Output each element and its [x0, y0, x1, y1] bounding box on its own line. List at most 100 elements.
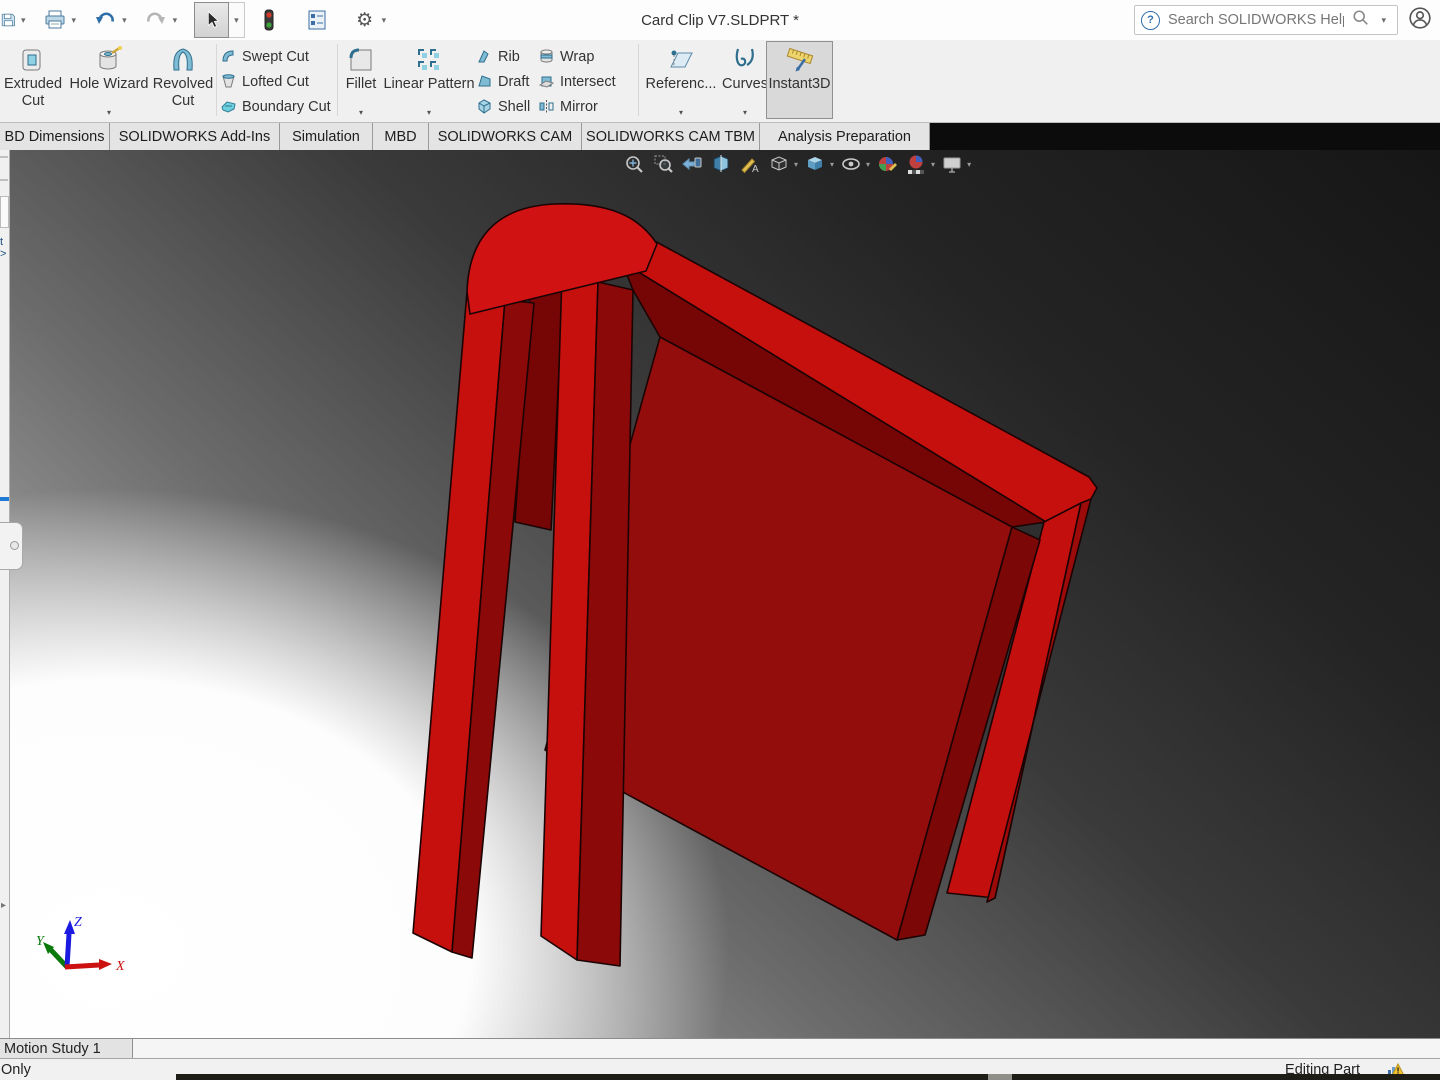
revolved-cut-button[interactable]: Revolved Cut: [152, 42, 214, 118]
ribbon-separator: [337, 44, 338, 116]
rib-button[interactable]: Rib: [476, 44, 534, 69]
linear-pattern-label: Linear Pattern: [383, 76, 474, 93]
titlebar: ▾ ▾ ▾ ▾ ▾ ⚙ ▾ Car: [0, 0, 1440, 41]
hole-wizard-caret[interactable]: ▾: [107, 108, 111, 117]
draft-icon: [476, 73, 493, 90]
wrap-stack: Wrap Intersect Mirror: [538, 44, 632, 119]
account-icon[interactable]: [1408, 6, 1432, 35]
boundary-cut-icon: [220, 98, 237, 115]
redo-dropdown-caret[interactable]: ▾: [168, 7, 183, 33]
motion-study-bar: Motion Study 1: [0, 1038, 1440, 1058]
intersect-button[interactable]: Intersect: [538, 69, 632, 94]
solidworks-window: ▾ ▾ ▾ ▾ ▾ ⚙ ▾ Car: [0, 0, 1440, 1080]
panel-expand-arrow-icon[interactable]: ▸: [1, 900, 6, 911]
linear-pattern-button[interactable]: Linear Pattern ▾: [383, 42, 475, 118]
boundary-cut-button[interactable]: Boundary Cut: [220, 94, 334, 119]
lofted-cut-label: Lofted Cut: [242, 74, 309, 90]
shell-button[interactable]: Shell: [476, 94, 534, 119]
search-icon[interactable]: [1352, 9, 1370, 32]
swept-cut-icon: [220, 48, 237, 65]
swept-cut-button[interactable]: Swept Cut: [220, 44, 334, 69]
shell-icon: [476, 98, 493, 115]
save-icon[interactable]: [0, 7, 16, 33]
mirror-button[interactable]: Mirror: [538, 94, 632, 119]
reference-geometry-label: Referenc...: [646, 76, 717, 93]
x-axis-arrow: [99, 959, 112, 970]
wrap-button[interactable]: Wrap: [538, 44, 632, 69]
help-search-box[interactable]: ? ▾: [1134, 5, 1398, 35]
reference-geometry-icon: [666, 45, 696, 75]
panel-fragment-text: t >: [0, 236, 9, 260]
intersect-label: Intersect: [560, 74, 616, 90]
tab-mbd[interactable]: MBD: [373, 123, 429, 150]
lofted-cut-button[interactable]: Lofted Cut: [220, 69, 334, 94]
panel-fragment-line: [0, 156, 8, 158]
print-icon[interactable]: [43, 7, 67, 33]
wrap-label: Wrap: [560, 49, 594, 65]
rib-icon: [476, 48, 493, 65]
fillet-button[interactable]: Fillet ▾: [341, 42, 381, 118]
bottom-edge-strip: [176, 1074, 1440, 1080]
search-input[interactable]: [1166, 11, 1346, 29]
tab-analysis-preparation[interactable]: Analysis Preparation: [760, 123, 930, 150]
hole-wizard-icon: [94, 45, 124, 75]
undo-dropdown-caret[interactable]: ▾: [117, 7, 132, 33]
tab-mbd-dimensions[interactable]: BD Dimensions: [0, 123, 110, 150]
revolved-cut-icon: [168, 45, 198, 75]
hole-wizard-label: Hole Wizard: [70, 76, 149, 93]
panel-splitter-tab[interactable]: [0, 522, 23, 570]
quick-access-toolbar: ▾ ▾ ▾ ▾ ▾ ⚙ ▾: [0, 0, 391, 40]
traffic-light-icon[interactable]: [257, 7, 281, 33]
curves-icon: [730, 45, 760, 75]
z-axis-label: Z: [74, 915, 82, 930]
extruded-cut-button[interactable]: Extruded Cut: [2, 42, 64, 118]
settings-dropdown-caret[interactable]: ▾: [377, 7, 392, 33]
instant3d-icon: [785, 45, 815, 75]
linear-pattern-caret[interactable]: ▾: [427, 108, 431, 117]
wrap-icon: [538, 48, 555, 65]
x-axis-label: X: [115, 959, 125, 974]
fillet-caret[interactable]: ▾: [359, 108, 363, 117]
panel-fragment-box: [0, 196, 9, 228]
help-icon[interactable]: ?: [1141, 11, 1160, 30]
draft-label: Draft: [498, 74, 529, 90]
curves-button[interactable]: Curves ▾: [722, 42, 768, 118]
reference-geometry-caret[interactable]: ▾: [679, 108, 683, 117]
splitter-dot-icon: [10, 541, 19, 550]
tab-solidworks-cam[interactable]: SOLIDWORKS CAM: [429, 123, 582, 150]
tab-solidworks-cam-tbm[interactable]: SOLIDWORKS CAM TBM: [582, 123, 760, 150]
bottom-edge-notch: [988, 1074, 1012, 1080]
revolved-cut-label: Revolved Cut: [152, 76, 214, 110]
select-tool-button[interactable]: [194, 2, 229, 38]
hole-wizard-button[interactable]: Hole Wizard ▾: [66, 42, 152, 118]
options-list-icon[interactable]: [305, 7, 329, 33]
reference-geometry-button[interactable]: Referenc... ▾: [642, 42, 720, 118]
graphics-viewport[interactable]: A ▾ ▾ ▾ ▾ ▾: [10, 150, 1440, 1038]
settings-gear-icon[interactable]: ⚙: [353, 7, 377, 33]
redo-icon[interactable]: [144, 7, 168, 33]
undo-icon[interactable]: [93, 7, 117, 33]
shell-label: Shell: [498, 99, 530, 115]
print-dropdown-caret[interactable]: ▾: [67, 7, 82, 33]
ribbon-separator: [216, 44, 217, 116]
panel-accent-line: [0, 497, 9, 501]
curves-caret[interactable]: ▾: [743, 108, 747, 117]
extruded-cut-label: Extruded Cut: [2, 76, 64, 110]
curves-label: Curves: [722, 76, 768, 93]
boundary-cut-label: Boundary Cut: [242, 99, 331, 115]
select-dropdown-caret[interactable]: ▾: [229, 2, 245, 38]
fillet-label: Fillet: [346, 76, 377, 93]
lofted-cut-icon: [220, 73, 237, 90]
card-clip-3d-model[interactable]: [10, 150, 1440, 1038]
status-message: Only: [1, 1062, 31, 1078]
featuremanager-collapsed-panel[interactable]: t > ▸: [0, 150, 10, 1038]
tab-motion-study-1[interactable]: Motion Study 1: [0, 1039, 133, 1059]
panel-fragment-line: [0, 179, 8, 181]
tab-simulation[interactable]: Simulation: [280, 123, 373, 150]
draft-button[interactable]: Draft: [476, 69, 534, 94]
swept-cut-label: Swept Cut: [242, 49, 309, 65]
save-dropdown-caret[interactable]: ▾: [16, 7, 31, 33]
tab-solidworks-addins[interactable]: SOLIDWORKS Add-Ins: [110, 123, 280, 150]
instant3d-button[interactable]: Instant3D: [766, 41, 833, 119]
search-dropdown-caret[interactable]: ▾: [1376, 7, 1391, 33]
